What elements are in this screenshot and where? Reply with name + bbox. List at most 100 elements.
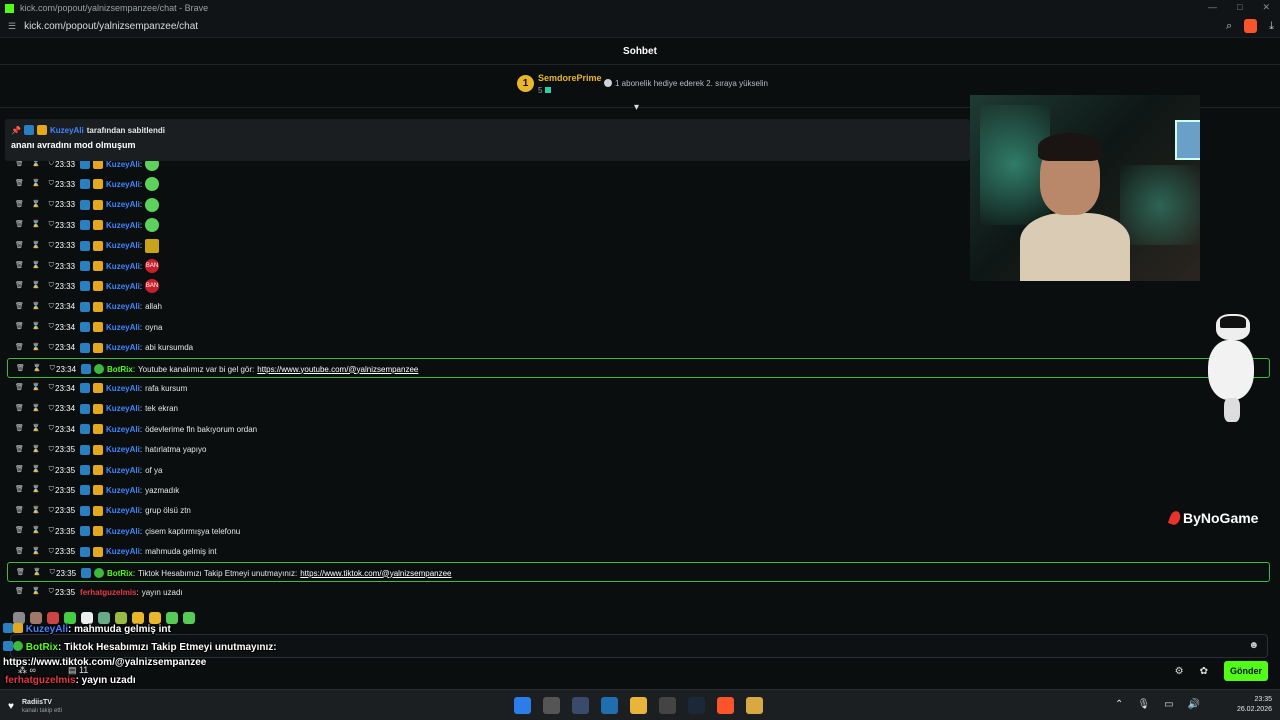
file-explorer-icon[interactable] bbox=[630, 697, 647, 714]
info-icon bbox=[604, 79, 612, 87]
message-username[interactable]: KuzeyAli bbox=[106, 486, 140, 495]
vip-badge-icon bbox=[93, 505, 104, 516]
chat-message[interactable]: 🗑⌛⛉ 23:35 BotRix: Tiktok Hesabımızı Takip E… bbox=[7, 562, 1270, 582]
pinned-message[interactable]: 📌 KuzeyAli tarafından sabitlendi ananı a… bbox=[5, 119, 970, 161]
overlay-line-4: ferhatguzelmis: yayın uzadı bbox=[5, 675, 136, 686]
chat-message[interactable]: 🗑⌛⛉ 23:34 KuzeyAli: oyna bbox=[0, 317, 1280, 337]
send-button[interactable]: Gönder bbox=[1224, 661, 1268, 681]
message-username[interactable]: KuzeyAli bbox=[106, 200, 140, 209]
chat-message[interactable]: 🗑⌛⛉ 23:34 KuzeyAli: ödevlerime fln bakıyoru… bbox=[0, 419, 1280, 439]
message-text: ödevlerime fln bakıyorum ordan bbox=[145, 424, 258, 434]
maximize-icon[interactable]: □ bbox=[1237, 2, 1242, 13]
app-icon-2[interactable] bbox=[659, 697, 676, 714]
vip-badge-icon bbox=[93, 261, 104, 271]
moderator-badge-icon bbox=[80, 444, 91, 455]
moderator-badge-icon bbox=[80, 199, 91, 210]
network-icon[interactable]: ▭ bbox=[1164, 699, 1173, 710]
moderator-badge-icon bbox=[80, 342, 91, 353]
brave-shields-icon[interactable] bbox=[1244, 19, 1258, 33]
task-view-icon[interactable] bbox=[543, 697, 560, 714]
message-username[interactable]: ferhatguzelmis bbox=[80, 588, 136, 597]
message-link[interactable]: https://www.youtube.com/@yalnizsempanzee bbox=[257, 365, 418, 374]
message-time: 23:34 bbox=[55, 383, 76, 393]
brave-icon[interactable] bbox=[717, 697, 734, 714]
message-username[interactable]: KuzeyAli bbox=[106, 384, 140, 393]
vip-badge-icon bbox=[93, 281, 104, 292]
message-username[interactable]: BotRix bbox=[107, 365, 133, 374]
message-text: grup ölsü ztn bbox=[145, 506, 191, 516]
chat-message[interactable]: 🗑⌛⛉ 23:34 BotRix: Youtube kanalımız var bi … bbox=[7, 358, 1270, 378]
pinned-by-user[interactable]: KuzeyAli bbox=[50, 126, 84, 135]
system-clock[interactable]: 23:35 26.02.2026 bbox=[1237, 695, 1272, 715]
message-username[interactable]: KuzeyAli bbox=[106, 466, 140, 475]
vip-badge-icon bbox=[93, 220, 104, 231]
download-icon[interactable]: ⤓ bbox=[1269, 20, 1274, 33]
vip-badge-icon bbox=[93, 546, 104, 557]
volume-icon[interactable]: 🔊 bbox=[1188, 699, 1200, 710]
message-time: 23:33 bbox=[55, 200, 76, 210]
chat-message[interactable]: 🗑⌛⛉ 23:35 KuzeyAli: grup ölsü ztn bbox=[0, 501, 1280, 521]
app-icon-3[interactable] bbox=[746, 697, 763, 714]
emoji-icon[interactable]: ☻ bbox=[1248, 640, 1259, 651]
overlay-line-2: BotRix: Tiktok Hesabımızı Takip Etmeyi u… bbox=[3, 641, 277, 653]
message-username[interactable]: KuzeyAli bbox=[106, 425, 140, 434]
leader-name[interactable]: SemdorePrime bbox=[538, 73, 602, 83]
message-time: 23:35 bbox=[56, 568, 77, 578]
chat-message[interactable]: 🗑⌛⛉ 23:35 KuzeyAli: of ya bbox=[0, 460, 1280, 480]
moderator-badge-icon bbox=[80, 301, 91, 312]
message-time: 23:35 bbox=[55, 445, 76, 455]
app-icon[interactable] bbox=[572, 697, 589, 714]
message-time: 23:34 bbox=[56, 364, 77, 374]
moderator-badge-icon bbox=[81, 568, 92, 578]
chat-message[interactable]: 🗑⌛⛉ 23:35 KuzeyAli: yazmadık bbox=[0, 480, 1280, 500]
heart-icon: ♥ bbox=[8, 701, 14, 712]
microphone-icon[interactable]: 🎙 bbox=[1137, 699, 1150, 710]
moderator-badge-icon bbox=[80, 179, 91, 190]
chat-rules-icon[interactable]: ✿ bbox=[1200, 666, 1208, 677]
message-username[interactable]: KuzeyAli bbox=[106, 527, 140, 536]
moderator-badge-icon bbox=[80, 220, 91, 231]
message-username[interactable]: KuzeyAli bbox=[106, 323, 140, 332]
message-username[interactable]: KuzeyAli bbox=[106, 221, 140, 230]
photos-icon[interactable] bbox=[601, 697, 618, 714]
chat-message[interactable]: 🗑⌛⛉ 23:34 KuzeyAli: allah bbox=[0, 297, 1280, 317]
minimize-icon[interactable]: — bbox=[1208, 2, 1217, 13]
message-username[interactable]: KuzeyAli bbox=[106, 404, 140, 413]
message-username[interactable]: KuzeyAli bbox=[106, 262, 140, 271]
message-username[interactable]: KuzeyAli bbox=[106, 506, 140, 515]
message-text: yayın uzadı bbox=[141, 587, 183, 597]
chat-message[interactable]: 🗑⌛⛉ 23:35 KuzeyAli: çisem kaptırmışya telef… bbox=[0, 521, 1280, 541]
window-title: kick.com/popout/yalnizsempanzee/chat - B… bbox=[20, 3, 209, 13]
address-bar[interactable]: ☰ kick.com/popout/yalnizsempanzee/chat ⌕… bbox=[0, 16, 1280, 38]
chat-message[interactable]: 🗑⌛⛉ 23:35 ferhatguzelmis: yayın uzadı bbox=[0, 582, 1280, 602]
message-username[interactable]: KuzeyAli bbox=[106, 241, 140, 250]
site-settings-icon[interactable]: ☰ bbox=[8, 21, 16, 32]
message-username[interactable]: BotRix bbox=[107, 569, 133, 578]
settings-icon[interactable]: ⚙ bbox=[1175, 666, 1184, 677]
message-time: 23:35 bbox=[55, 465, 76, 475]
vip-badge-icon bbox=[93, 465, 104, 475]
vip-badge-icon bbox=[93, 424, 104, 435]
search-icon[interactable]: ⌕ bbox=[1226, 20, 1232, 33]
start-icon[interactable] bbox=[514, 697, 531, 714]
message-text: allah bbox=[145, 302, 162, 312]
steam-icon[interactable] bbox=[688, 697, 705, 714]
message-username[interactable]: KuzeyAli bbox=[106, 343, 140, 352]
close-icon[interactable]: ✕ bbox=[1262, 2, 1270, 13]
message-time: 23:34 bbox=[55, 404, 76, 414]
collapse-icon[interactable]: ▾ bbox=[634, 102, 639, 113]
chat-message[interactable]: 🗑⌛⛉ 23:35 KuzeyAli: hatırlatma yapıyo bbox=[0, 440, 1280, 460]
message-link[interactable]: https://www.tiktok.com/@yalnizsempanzee bbox=[300, 569, 451, 578]
address-text[interactable]: kick.com/popout/yalnizsempanzee/chat bbox=[24, 21, 198, 32]
chat-message[interactable]: 🗑⌛⛉ 23:34 KuzeyAli: abi kursumda bbox=[0, 338, 1280, 358]
chat-message[interactable]: 🗑⌛⛉ 23:34 KuzeyAli: tek ekran bbox=[0, 399, 1280, 419]
follow-widget[interactable]: RadiisTV kanalı takip etti bbox=[22, 698, 62, 716]
chat-message[interactable]: 🗑⌛⛉ 23:35 KuzeyAli: mahmuda gelmiş int bbox=[0, 542, 1280, 562]
message-username[interactable]: KuzeyAli bbox=[106, 180, 140, 189]
tray-chevron-icon[interactable]: ⌃ bbox=[1115, 699, 1123, 710]
message-username[interactable]: KuzeyAli bbox=[106, 282, 140, 291]
message-username[interactable]: KuzeyAli bbox=[106, 302, 140, 311]
message-username[interactable]: KuzeyAli bbox=[106, 445, 140, 454]
chat-message[interactable]: 🗑⌛⛉ 23:34 KuzeyAli: rafa kursum bbox=[0, 378, 1280, 398]
message-username[interactable]: KuzeyAli bbox=[106, 547, 140, 556]
